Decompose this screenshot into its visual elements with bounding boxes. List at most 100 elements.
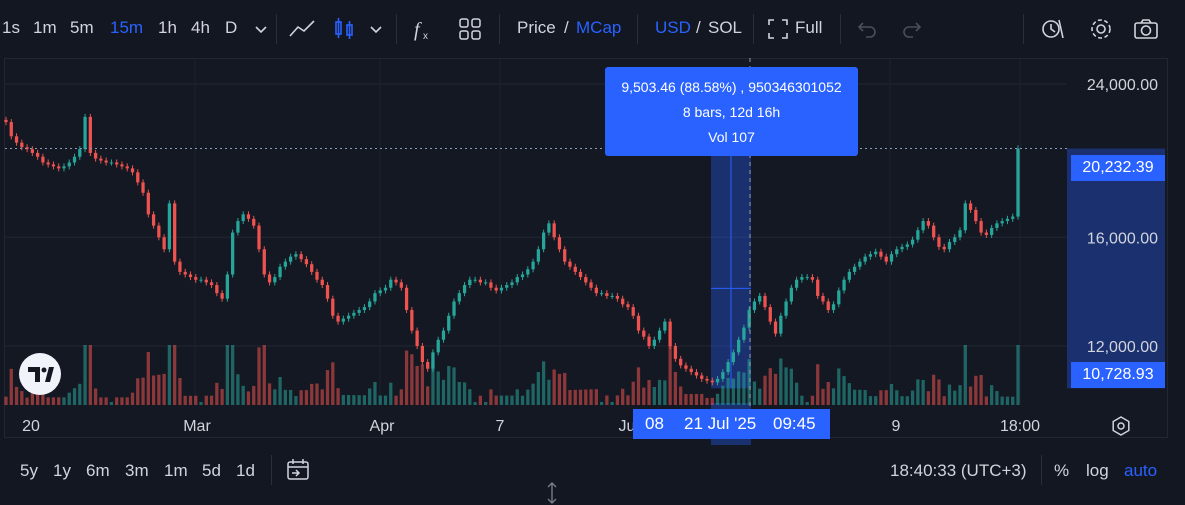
mcap-toggle[interactable]: MCap (576, 18, 621, 38)
candle-body (420, 346, 425, 363)
range-5d[interactable]: 5d (202, 461, 221, 481)
volume-bar (979, 375, 983, 405)
layout-grid-icon[interactable] (455, 14, 485, 44)
axis-settings-icon[interactable] (1108, 413, 1134, 439)
interval-1s[interactable]: 1s (2, 18, 20, 38)
volume-bar (83, 345, 87, 405)
candle-body (151, 214, 156, 226)
chevron-down-icon[interactable] (246, 14, 276, 44)
volume-bar (626, 395, 630, 405)
volume-bar (394, 395, 398, 405)
volume-bar (99, 397, 103, 405)
volume-bar (910, 390, 915, 405)
candle-body (995, 223, 999, 228)
interval-1m[interactable]: 1m (33, 18, 57, 38)
divider (499, 14, 500, 44)
candle-body (779, 315, 783, 334)
chevron-down-icon[interactable] (361, 14, 391, 44)
fullscreen-icon[interactable] (763, 14, 793, 44)
range-3m[interactable]: 3m (125, 461, 149, 481)
camera-icon[interactable] (1131, 14, 1161, 44)
volume-bar (953, 390, 957, 405)
volume-bar (252, 385, 256, 405)
candle-body (368, 301, 372, 308)
volume-bar (167, 345, 172, 405)
volume-bar (462, 382, 467, 405)
percent-toggle[interactable]: % (1054, 461, 1069, 481)
log-toggle[interactable]: log (1086, 461, 1109, 481)
candle-body (262, 249, 266, 275)
volume-bar (441, 379, 446, 405)
volume-bar (72, 388, 77, 405)
volume-bar (25, 397, 29, 405)
candle-body (942, 246, 946, 250)
volume-bar (310, 383, 314, 405)
candle-body (715, 378, 720, 383)
full-button[interactable]: Full (795, 18, 822, 38)
usd-toggle[interactable]: USD (655, 18, 691, 38)
interval-4h[interactable]: 4h (191, 18, 210, 38)
volume-bar (373, 382, 377, 405)
interval-15m[interactable]: 15m (110, 18, 143, 38)
candle-body (568, 261, 572, 267)
alert-clock-icon[interactable] (1037, 14, 1067, 44)
volume-bar (889, 384, 894, 405)
volume-bar (520, 395, 525, 405)
candle-body (246, 214, 251, 219)
candle-body (737, 339, 741, 353)
range-1d[interactable]: 1d (236, 461, 255, 481)
gear-icon[interactable] (1086, 14, 1116, 44)
range-1m[interactable]: 1m (164, 461, 188, 481)
candle-body (67, 162, 71, 167)
candles-icon[interactable] (329, 14, 359, 44)
candle-body (225, 274, 230, 299)
candle-body (499, 287, 504, 291)
interval-5m[interactable]: 5m (70, 18, 94, 38)
volume-bar (974, 375, 978, 405)
tradingview-logo[interactable] (18, 352, 62, 396)
volume-bar (721, 385, 725, 405)
price-toggle[interactable]: Price (517, 18, 556, 38)
volume-bar (331, 362, 335, 405)
candle-body (563, 249, 567, 262)
clock[interactable]: 18:40:33 (UTC+3) (890, 461, 1027, 481)
candle-body (357, 309, 361, 313)
go-to-date-icon[interactable] (284, 456, 312, 484)
volume-bar (4, 396, 8, 405)
resize-handle-icon[interactable] (544, 481, 560, 505)
sol-toggle[interactable]: SOL (708, 18, 742, 38)
volume-bar (541, 361, 546, 405)
volume-bar (763, 375, 767, 405)
volume-bar (700, 393, 704, 405)
volume-bar (642, 387, 646, 405)
candle-body (905, 244, 909, 247)
candle-body (383, 287, 388, 291)
candle-body (120, 164, 124, 167)
candle-body (136, 172, 140, 183)
volume-bar (489, 389, 493, 405)
undo-icon[interactable] (851, 14, 881, 44)
candle-body (199, 279, 203, 281)
pane-resize-bar[interactable] (0, 482, 1185, 505)
auto-toggle[interactable]: auto (1124, 461, 1157, 481)
candle-body (209, 282, 214, 286)
line-chart-icon[interactable] (287, 14, 317, 44)
time-axis[interactable]: 20 Mar Apr 7 Ju 9 18:00 (22, 418, 1040, 435)
indicators-fx-icon[interactable]: fx (408, 14, 438, 44)
interval-d[interactable]: D (225, 18, 237, 38)
interval-1h[interactable]: 1h (158, 18, 177, 38)
range-1y[interactable]: 1y (53, 461, 71, 481)
candle-body (947, 242, 952, 250)
volume-bar (652, 387, 656, 405)
time-tick-label: 20 (22, 418, 40, 435)
volume-bar (288, 390, 293, 405)
candle-body (46, 162, 50, 165)
candle-body (320, 279, 324, 286)
candle-body (789, 287, 793, 302)
range-6m[interactable]: 6m (86, 461, 110, 481)
price-chart[interactable]: 24,000.0016,000.0012,000.00 20 Mar Apr 7 Ju 9… (0, 58, 1185, 448)
redo-icon[interactable] (898, 14, 928, 44)
range-5y[interactable]: 5y (20, 461, 38, 481)
volume-bar (573, 389, 577, 405)
candle-body (473, 279, 477, 281)
